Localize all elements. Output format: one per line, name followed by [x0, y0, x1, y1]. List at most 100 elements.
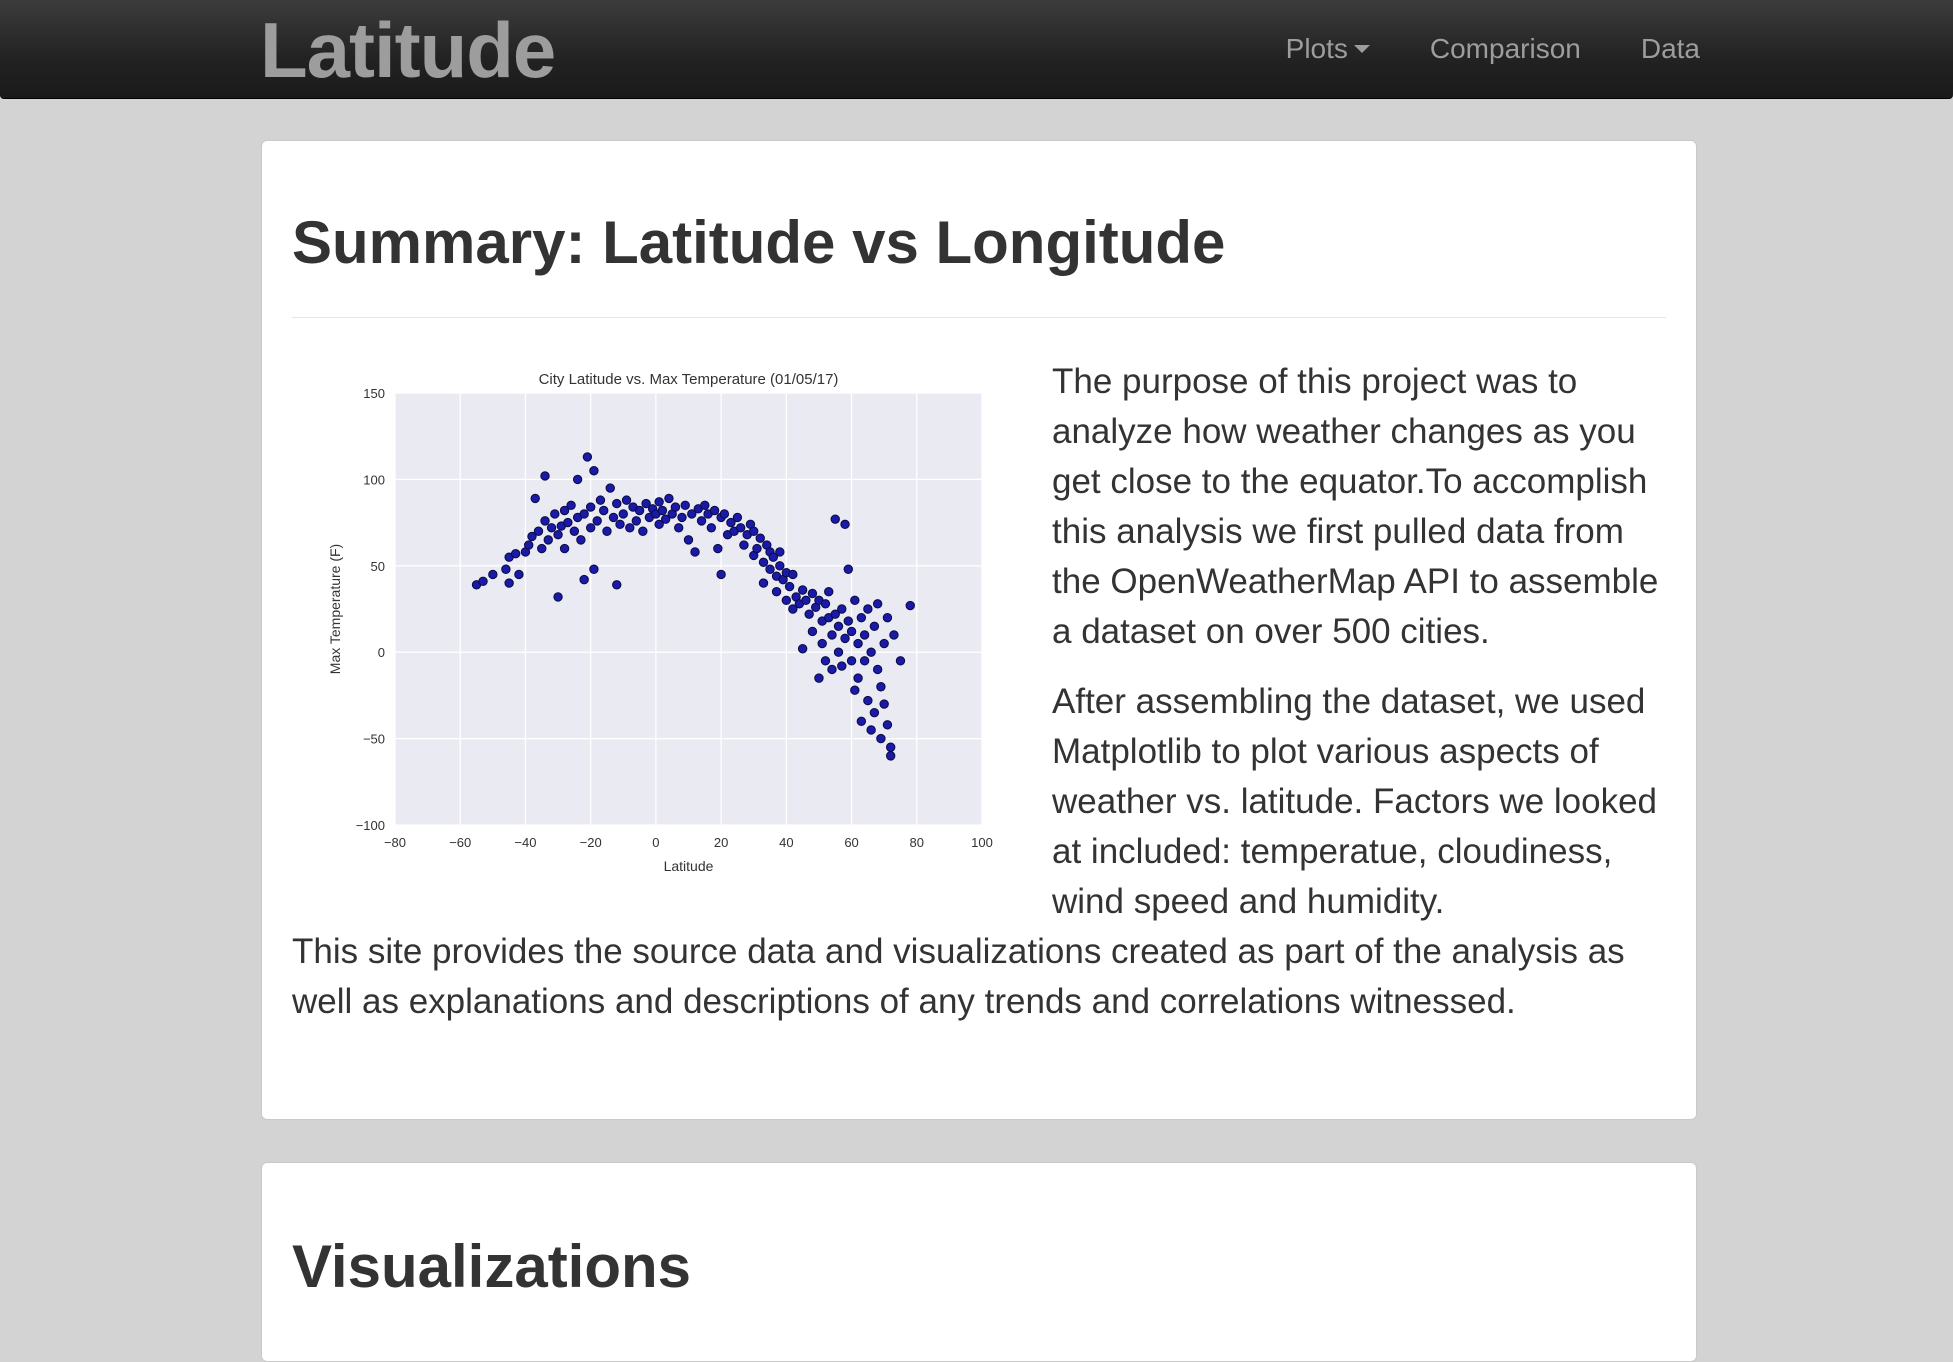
scatter-point — [488, 569, 498, 580]
scatter-point — [788, 569, 798, 580]
scatter-point — [859, 630, 870, 640]
x-tick-label: −20 — [580, 835, 602, 850]
scatter-point — [608, 512, 619, 523]
scatter-point — [872, 599, 883, 609]
visualizations-title: Visualizations — [292, 1233, 692, 1300]
top-navbar: Latitude Plots Comparison Data — [0, 0, 1953, 99]
scatter-point — [537, 543, 547, 554]
scatter-point — [510, 549, 521, 559]
scatter-point — [700, 500, 710, 511]
scatter-point — [755, 533, 765, 543]
scatter-point — [612, 580, 622, 590]
x-tick-label: −40 — [514, 835, 536, 850]
scatter-point — [885, 742, 896, 752]
summary-title: Summary: Latitude vs Longitude — [292, 209, 1226, 276]
scatter-point — [589, 564, 599, 574]
scatter-point — [572, 474, 583, 485]
scatter-point — [797, 644, 808, 654]
scatter-point — [781, 595, 792, 606]
brand-logo[interactable]: Latitude — [260, 6, 556, 94]
nav-item-comparison[interactable]: Comparison — [1430, 33, 1581, 65]
summary-text: The purpose of this project was to analy… — [1052, 357, 1682, 947]
scatter-point — [876, 682, 886, 692]
scatter-point — [801, 595, 811, 606]
scatter-point — [850, 685, 860, 695]
nav-item-plots-label: Plots — [1285, 33, 1348, 64]
scatter-point — [559, 543, 570, 554]
scatter-point — [546, 523, 557, 533]
scatter-point — [615, 519, 625, 530]
y-tick-label: 0 — [378, 645, 385, 660]
x-tick-label: 20 — [714, 835, 728, 850]
y-tick-label: −50 — [363, 732, 385, 747]
scatter-point — [863, 695, 873, 706]
scatter-point — [543, 535, 553, 545]
scatter-point — [605, 483, 615, 493]
x-tick-label: −80 — [384, 835, 406, 850]
y-axis-label: Max Temperature (F) — [327, 544, 343, 674]
scatter-point — [827, 664, 837, 675]
summary-panel: Summary: Latitude vs Longitude −80 −60 −40… — [261, 140, 1697, 1120]
nav-item-data[interactable]: Data — [1641, 33, 1700, 65]
scatter-point — [638, 526, 648, 536]
chart-svg: −80 −60 −40 −20 0 20 40 60 80 100 −100 −50 0 50 100 150… — [327, 371, 993, 871]
scatter-point — [866, 647, 876, 657]
y-tick-label: 50 — [371, 559, 385, 574]
scatter-point — [765, 564, 775, 574]
scatter-point — [843, 616, 853, 626]
scatter-point — [621, 495, 632, 505]
scatter-point — [807, 588, 818, 599]
scatter-point — [882, 612, 893, 623]
summary-paragraph-2: After assembling the dataset, we used Ma… — [1052, 682, 1658, 921]
nav-item-plots[interactable]: Plots — [1286, 33, 1370, 65]
x-tick-label: 100 — [971, 835, 993, 850]
scatter-point — [869, 621, 880, 631]
scatter-point — [732, 512, 743, 523]
scatter-point — [846, 656, 857, 666]
scatter-point — [709, 505, 720, 516]
scatter-point — [807, 626, 818, 637]
scatter-point — [856, 716, 867, 727]
scatter-point — [713, 543, 723, 554]
scatter-point — [696, 516, 707, 526]
scatter-point — [553, 592, 563, 602]
scatter-point — [837, 661, 847, 671]
scatter-point — [833, 621, 844, 631]
scatter-point — [530, 493, 540, 504]
scatter-point — [569, 526, 580, 536]
scatter-point — [889, 630, 899, 640]
summary-paragraph-3: This site provides the source data and v… — [292, 932, 1625, 1021]
scatter-point — [553, 529, 563, 540]
scatter-point — [566, 500, 576, 511]
x-axis-label: Latitude — [664, 858, 714, 871]
scatter-point — [690, 547, 700, 557]
y-tick-label: −100 — [356, 818, 385, 833]
scatter-point — [820, 656, 831, 666]
scatter-point — [752, 543, 762, 554]
x-tick-label: 80 — [910, 835, 924, 850]
scatter-point — [735, 523, 746, 533]
scatter-point — [804, 609, 814, 619]
scatter-point — [739, 540, 749, 550]
scatter-point — [706, 523, 717, 533]
scatter-point — [595, 495, 606, 505]
scatter-point — [843, 564, 853, 574]
x-tick-label: 60 — [844, 835, 858, 850]
scatter-point — [674, 523, 684, 533]
scatter-point — [853, 673, 863, 683]
scatter-point — [840, 519, 850, 530]
scatter-point — [618, 509, 628, 519]
scatter-point — [833, 647, 844, 657]
caret-down-icon — [1353, 45, 1370, 53]
scatter-point — [599, 505, 609, 516]
scatter-point — [827, 630, 837, 640]
scatter-point — [654, 497, 664, 507]
scatter-point — [814, 673, 824, 683]
chart-title: City Latitude vs. Max Temperature (01/05… — [539, 371, 839, 388]
scatter-point — [579, 509, 589, 519]
scatter-point — [882, 720, 893, 730]
scatter-point — [589, 466, 599, 476]
scatter-point — [797, 585, 808, 595]
scatter-point — [869, 707, 880, 718]
scatter-chart-image: −80 −60 −40 −20 0 20 40 60 80 100 −100 −50 0 50 100 150… — [316, 341, 1002, 871]
